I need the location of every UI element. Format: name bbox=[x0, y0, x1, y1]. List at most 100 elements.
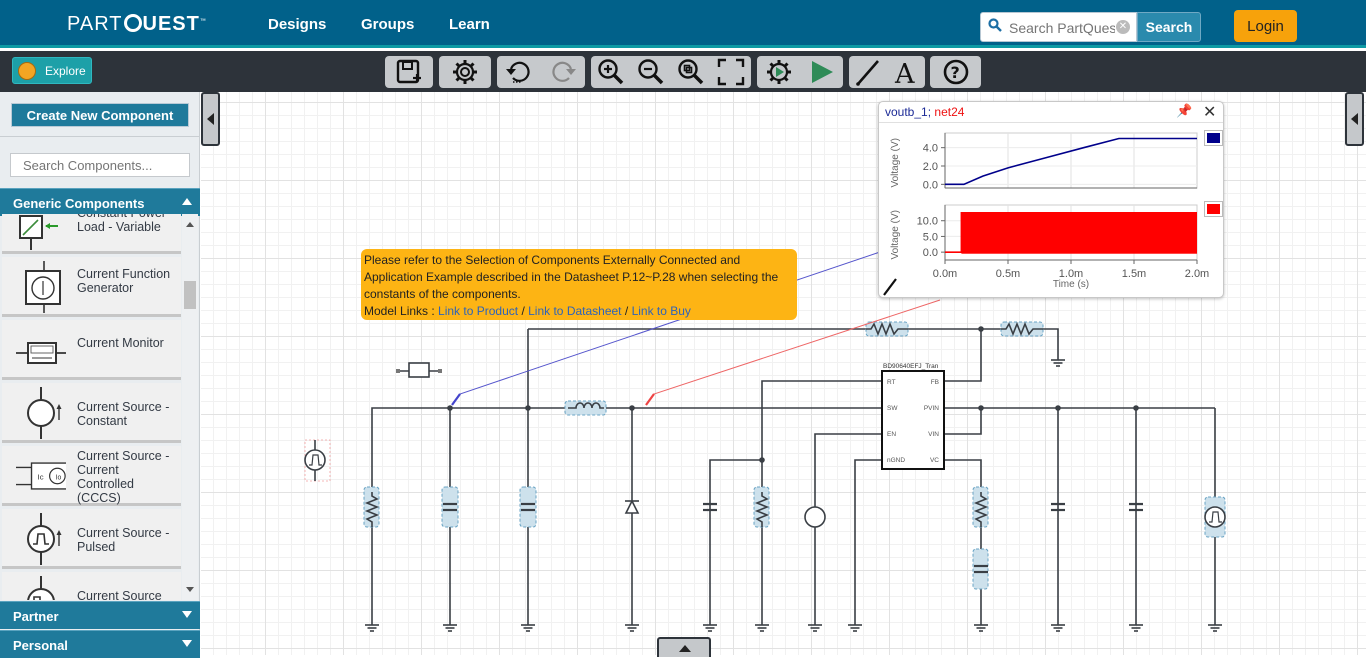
component-label: Current Source - Current Controlled (CCC… bbox=[77, 449, 170, 505]
save-button[interactable] bbox=[393, 58, 425, 86]
section-generic-components[interactable]: Generic Components bbox=[0, 188, 200, 216]
component-item-constant-power-load-variable[interactable]: Constant Power Load - Variable bbox=[2, 214, 181, 254]
waveform-viewer[interactable]: voutb_1; net24 📌 ✕ 0.0 2.0 4.0 Voltage (V) 0… bbox=[878, 101, 1224, 298]
redo-button[interactable] bbox=[547, 58, 579, 86]
run-icon bbox=[811, 61, 833, 83]
x-tick-label: 0.5m bbox=[996, 268, 1020, 280]
wire-tool-button[interactable] bbox=[852, 58, 884, 86]
zoom-out-icon bbox=[638, 59, 664, 85]
site-search-input[interactable] bbox=[1009, 18, 1115, 38]
pin-label: SW bbox=[887, 405, 898, 412]
clear-search-icon[interactable]: ✕ bbox=[1116, 20, 1130, 34]
section-partner[interactable]: Partner bbox=[0, 601, 200, 629]
zoom-group bbox=[591, 56, 751, 88]
x-tick-label: 2.0m bbox=[1185, 268, 1209, 280]
help-icon: ? bbox=[943, 59, 968, 85]
current-source-pwl-icon bbox=[27, 576, 55, 600]
triangle-left-icon bbox=[207, 113, 214, 125]
editor-toolbar: Explore A ? bbox=[0, 51, 1366, 92]
model-note-tooltip: Please refer to the Selection of Compone… bbox=[361, 249, 797, 320]
component-item-current-source-pulsed[interactable]: Current Source - Pulsed bbox=[2, 509, 181, 569]
component-item-current-monitor[interactable]: Current Monitor bbox=[2, 320, 181, 380]
nav-designs[interactable]: Designs bbox=[268, 16, 326, 33]
wire-icon bbox=[856, 60, 879, 86]
function-generator-icon bbox=[25, 261, 61, 313]
search-icon bbox=[988, 18, 1002, 32]
legend-swatch-net24[interactable] bbox=[1204, 201, 1223, 217]
current-monitor-icon bbox=[16, 342, 66, 364]
component-list: Constant Power Load - Variable Current F… bbox=[0, 214, 181, 600]
component-label: Constant Power Load - Variable bbox=[77, 214, 166, 234]
nav-learn[interactable]: Learn bbox=[449, 16, 490, 33]
triangle-up-icon bbox=[679, 645, 691, 652]
section-label: Personal bbox=[13, 638, 68, 653]
settings-button[interactable] bbox=[449, 58, 481, 86]
x-tick-label: 0.0m bbox=[933, 268, 957, 280]
link-to-datasheet[interactable]: Link to Datasheet bbox=[528, 304, 621, 318]
collapse-left-panel-button[interactable] bbox=[201, 92, 220, 146]
collapse-right-panel-button[interactable] bbox=[1345, 92, 1364, 146]
zoom-fit-button[interactable] bbox=[675, 58, 707, 86]
link-to-buy[interactable]: Link to Buy bbox=[632, 304, 691, 318]
probe-pen-icon[interactable] bbox=[882, 277, 898, 297]
power-load-icon bbox=[19, 215, 58, 250]
component-item-current-source-cccs[interactable]: Ic Io Current Source - Current Controlled… bbox=[2, 446, 181, 506]
zoom-in-icon bbox=[598, 59, 624, 85]
component-item-current-source-constant[interactable]: Current Source - Constant bbox=[2, 383, 181, 443]
component-item-current-source[interactable]: Current Source bbox=[2, 572, 181, 600]
scroll-up-arrow-icon[interactable] bbox=[186, 222, 194, 227]
text-icon: A bbox=[894, 59, 915, 86]
component-sidebar: Create New Component Generic Components … bbox=[0, 92, 200, 658]
svg-text:Ic: Ic bbox=[38, 472, 44, 481]
link-separator: / bbox=[521, 304, 525, 318]
site-search: ✕ bbox=[980, 12, 1137, 42]
partquest-logo[interactable]: PART UEST™ bbox=[67, 12, 207, 36]
svg-text:Io: Io bbox=[56, 474, 62, 481]
section-label: Partner bbox=[13, 609, 59, 624]
y-tick-label: 5.0 bbox=[923, 231, 938, 243]
link-to-product[interactable]: Link to Product bbox=[438, 304, 518, 318]
component-label: Current Monitor bbox=[77, 336, 164, 350]
component-search-input[interactable] bbox=[10, 153, 190, 177]
y-tick-label: 0.0 bbox=[923, 247, 938, 259]
scroll-down-arrow-icon[interactable] bbox=[186, 587, 194, 592]
pin-label: nGND bbox=[887, 457, 905, 464]
y-tick-label: 0.0 bbox=[923, 179, 938, 191]
expand-bottom-panel-button[interactable] bbox=[657, 637, 711, 657]
scroll-thumb[interactable] bbox=[184, 281, 196, 309]
undo-button[interactable] bbox=[503, 58, 535, 86]
zoom-in-button[interactable] bbox=[595, 58, 627, 86]
explore-label: Explore bbox=[45, 64, 86, 78]
note-text: Please refer to the Selection of Compone… bbox=[364, 253, 779, 301]
create-new-component-button[interactable]: Create New Component bbox=[11, 103, 189, 127]
svg-text:?: ? bbox=[950, 63, 959, 82]
x-axis-label: Time (s) bbox=[1053, 279, 1089, 290]
logo-text-left: PART bbox=[67, 13, 123, 35]
settings-group bbox=[439, 56, 491, 88]
text-tool-button[interactable]: A bbox=[890, 58, 922, 86]
pin-label: EN bbox=[887, 431, 896, 438]
simulation-settings-button[interactable] bbox=[763, 58, 795, 86]
component-label: Current Source - Constant bbox=[77, 400, 170, 428]
current-source-icon bbox=[27, 387, 62, 439]
help-button[interactable]: ? bbox=[940, 58, 972, 86]
settings-icon bbox=[453, 60, 477, 84]
undo-icon bbox=[506, 61, 530, 83]
explore-button[interactable]: Explore bbox=[12, 57, 92, 84]
component-list-scrollbar[interactable] bbox=[182, 214, 198, 600]
legend-swatch-voutb[interactable] bbox=[1204, 130, 1223, 146]
fullscreen-button[interactable] bbox=[715, 58, 747, 86]
nav-groups[interactable]: Groups bbox=[361, 16, 414, 33]
triangle-left-icon bbox=[1351, 113, 1358, 125]
search-button[interactable]: Search bbox=[1137, 12, 1201, 42]
top-navbar: PARTUEST™ Designs Groups Learn ✕ Search … bbox=[0, 0, 1366, 48]
section-personal[interactable]: Personal bbox=[0, 630, 200, 658]
save-icon bbox=[396, 59, 421, 84]
login-button[interactable]: Login bbox=[1234, 10, 1297, 42]
zoom-fit-icon bbox=[678, 59, 704, 85]
run-simulation-button[interactable] bbox=[806, 58, 838, 86]
zoom-out-button[interactable] bbox=[635, 58, 667, 86]
component-item-current-function-generator[interactable]: Current Function Generator bbox=[2, 257, 181, 317]
logo-text-right: UEST bbox=[142, 13, 200, 35]
x-tick-label: 1.5m bbox=[1122, 268, 1146, 280]
